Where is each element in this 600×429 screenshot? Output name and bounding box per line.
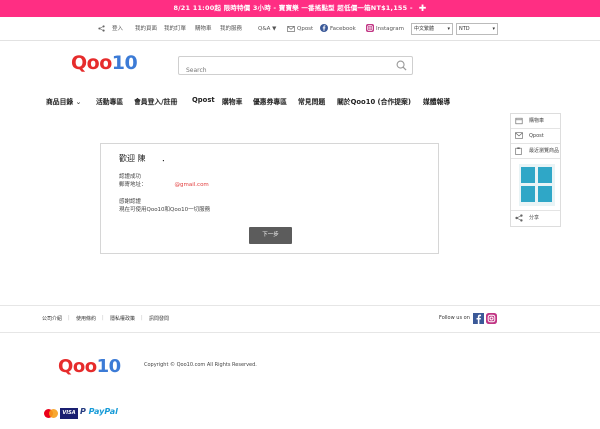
nav-item-cart[interactable]: 購物車: [222, 96, 242, 106]
promo-banner[interactable]: 8/21 11:00起 限時特價 3小時 - 寶寶樂 一番搖點型 超低價一箱NT…: [0, 0, 600, 17]
qa-dropdown[interactable]: Q&A ▼: [258, 17, 276, 41]
sidebar-item-recent[interactable]: 最近瀏覽商品: [511, 144, 560, 159]
nav-item-about[interactable]: 關於Qoo10 (合作提案): [337, 96, 411, 106]
footer-divider-top: [0, 305, 600, 306]
sidebar-cart-label: 購物車: [529, 118, 545, 124]
footer-separator: |: [141, 315, 143, 321]
email-value: @gmail.com: [174, 182, 209, 188]
footer-divider-bottom: [0, 332, 600, 333]
footer-separator: |: [68, 315, 70, 321]
paypal-logo: P PayPal: [80, 407, 118, 416]
email-line: 郵寄地址： @gmail.com: [119, 180, 209, 188]
sidebar-item-qpost[interactable]: Qpost: [511, 129, 560, 144]
nav-item-login[interactable]: 會員登入/註冊: [134, 96, 177, 106]
sidebar-item-share[interactable]: 分享: [511, 211, 560, 226]
search-input[interactable]: [179, 62, 379, 79]
instagram-icon[interactable]: [486, 313, 497, 324]
nav-item-faq[interactable]: 常見問題: [298, 96, 325, 106]
sidebar-share-label: 分享: [529, 215, 540, 221]
footer-separator: |: [102, 315, 104, 321]
sidebar-item-cart[interactable]: 購物車: [511, 114, 560, 129]
paypal-icon: P: [80, 407, 86, 416]
follow-us: Follow us on: [439, 315, 470, 321]
service-text: 現在可使用Qoo10和Qoo10一切服務: [119, 207, 211, 213]
instagram-icon: [366, 24, 374, 32]
chevron-down-icon: ▾: [447, 26, 450, 32]
language-select[interactable]: 中文繁體 ▾: [411, 23, 453, 35]
sidebar-qpost-label: Qpost: [529, 133, 544, 139]
follow-us-label: Follow us on: [439, 315, 470, 321]
instagram-top-label: Instagram: [376, 26, 404, 32]
next-button[interactable]: 下一步: [249, 227, 292, 244]
thanks-text: 感謝認證: [119, 199, 142, 205]
language-value: 中文繁體: [414, 26, 435, 32]
footer-link-privacy[interactable]: 隱私權政策: [110, 315, 135, 322]
mail-icon: [287, 26, 295, 32]
nav-item-coupons[interactable]: 優惠券專區: [253, 96, 287, 106]
nav-item-category[interactable]: 商品目錄 ⌄: [46, 96, 81, 106]
nav-item-qpost[interactable]: Qpost: [192, 96, 215, 104]
footer-link-company[interactable]: 公司介紹: [42, 315, 62, 322]
quick-sidebar: 購物車 Qpost 最近瀏覽商品 分享: [510, 113, 561, 227]
share-icon: [515, 214, 523, 222]
qoo10-footer-logo: Qoo10: [58, 356, 121, 377]
my-page-link[interactable]: 我的頁面: [135, 17, 157, 41]
facebook-top-label: Facebook: [330, 26, 356, 32]
nav-item-media[interactable]: 媒體報導: [423, 96, 450, 106]
footer-link-terms[interactable]: 使用條約: [76, 315, 96, 322]
login-link[interactable]: 登入: [112, 17, 123, 41]
search-icon[interactable]: [396, 60, 407, 71]
share-top-icon[interactable]: [98, 17, 107, 41]
facebook-top-link[interactable]: Facebook: [320, 17, 356, 41]
mail-icon: [515, 132, 523, 139]
cart-top-link[interactable]: 購物車: [195, 17, 212, 41]
recent-product-thumbnail[interactable]: [511, 159, 560, 211]
qoo10-logo[interactable]: Qoo10: [71, 52, 138, 74]
qpost-top-label: Qpost: [297, 26, 314, 32]
email-label: 郵寄地址：: [119, 182, 147, 188]
currency-value: NTD: [459, 26, 470, 32]
currency-select[interactable]: NTD ▾: [456, 23, 498, 35]
clipboard-icon: [515, 147, 522, 155]
nav-item-events[interactable]: 活動專區: [96, 96, 123, 106]
promo-text: 8/21 11:00起 限時特價 3小時 - 寶寶樂 一番搖點型 超低價一箱NT…: [173, 4, 413, 12]
product-image: [519, 164, 555, 206]
facebook-icon: [320, 24, 328, 32]
instagram-top-link[interactable]: Instagram: [366, 17, 404, 41]
facebook-icon[interactable]: [473, 313, 484, 324]
verification-success-card: 歡迎 陳 ． 認證成功 郵寄地址： @gmail.com 感謝認證 現在可使用Qo…: [100, 143, 439, 254]
copyright-text: Copyright © Qoo10.com All Rights Reserve…: [144, 362, 257, 368]
my-service-link[interactable]: 我的服務: [220, 17, 242, 41]
chevron-down-icon: ▾: [492, 26, 495, 32]
my-orders-link[interactable]: 我的訂單: [164, 17, 186, 41]
search-box[interactable]: [178, 56, 413, 79]
mastercard-icon: [44, 409, 58, 418]
verify-success-text: 認證成功: [119, 174, 142, 180]
welcome-title: 歡迎 陳 ．: [119, 154, 170, 163]
plus-icon[interactable]: ✚: [419, 1, 427, 18]
footer-link-inquiry[interactable]: 訊問發問: [149, 315, 169, 322]
visa-icon: VISA: [60, 408, 78, 419]
top-utility-bar: 登入 我的頁面 我的訂單 購物車 我的服務 Q&A ▼ Qpost Facebo…: [0, 17, 600, 41]
qpost-top-link[interactable]: Qpost: [287, 17, 313, 41]
cart-icon: [515, 117, 523, 125]
chevron-down-icon: ⌄: [75, 98, 82, 106]
sidebar-recent-label: 最近瀏覽商品: [529, 148, 560, 154]
